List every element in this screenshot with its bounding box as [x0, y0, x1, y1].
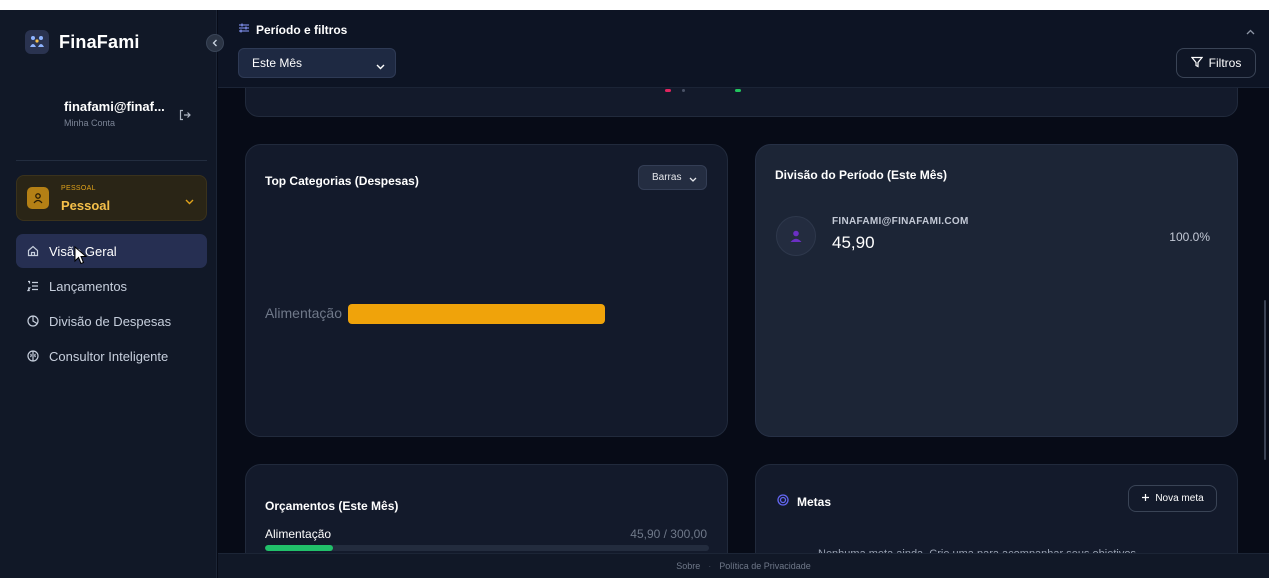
sliders-icon: [238, 22, 250, 37]
sidebar: FinaFami finafami@finaf... Minha Conta P…: [0, 10, 217, 578]
list-icon: [27, 280, 39, 292]
person-icon: [790, 230, 802, 242]
footer: Sobre · Política de Privacidade: [218, 553, 1269, 578]
user-email: finafami@finaf...: [64, 99, 165, 114]
bar-category-label: Alimentação: [265, 305, 342, 321]
user-icon: [27, 187, 49, 209]
account-name: Pessoal: [61, 198, 111, 213]
sidebar-item-lancamentos[interactable]: Lançamentos: [16, 269, 207, 303]
period-filter-bar: Período e filtros Este Mês Filtros: [218, 10, 1269, 88]
filters-button[interactable]: Filtros: [1176, 48, 1256, 78]
user-profile[interactable]: finafami@finaf... Minha Conta: [64, 99, 165, 128]
budget-progress-track: [265, 545, 709, 551]
member-name: FINAFAMI@FINAFAMI.COM: [832, 216, 969, 227]
bar-0[interactable]: [348, 304, 605, 324]
chevron-down-icon: [376, 59, 385, 73]
target-icon: [777, 494, 789, 509]
budget-row-value: 45,90 / 300,00: [630, 527, 707, 541]
brand-name: FinaFami: [59, 31, 140, 52]
filters-button-label: Filtros: [1208, 56, 1242, 70]
chevron-down-icon: [185, 192, 194, 210]
period-split-title: Divisão do Período (Este Mês): [775, 168, 948, 182]
sidebar-item-visao-geral[interactable]: Visão Geral: [16, 234, 207, 268]
app-window: FinaFami finafami@finaf... Minha Conta P…: [0, 10, 1269, 578]
sidebar-item-label: Lançamentos: [49, 278, 128, 294]
sidebar-nav: Visão Geral Lançamentos Divisão de Despe…: [16, 234, 207, 374]
family-logo-icon: [25, 30, 49, 54]
period-select[interactable]: Este Mês: [238, 48, 396, 78]
top-categories-chart: Alimentação: [265, 304, 605, 324]
filter-title: Período e filtros: [238, 22, 347, 37]
budgets-title: Orçamentos (Este Mês): [265, 499, 399, 513]
avatar: [776, 216, 816, 256]
brain-icon: [27, 350, 39, 362]
brand[interactable]: FinaFami: [25, 30, 140, 54]
top-categories-card: Top Categorias (Despesas) Barras Aliment…: [245, 144, 728, 437]
mouse-cursor-icon: [73, 245, 89, 271]
user-subtitle: Minha Conta: [64, 118, 116, 128]
sidebar-item-divisao-despesas[interactable]: Divisão de Despesas: [16, 304, 207, 338]
sidebar-item-label: Divisão de Despesas: [49, 313, 172, 329]
member-value: 45,90: [832, 233, 875, 252]
new-goal-label: Nova meta: [1155, 493, 1204, 504]
sidebar-divider: [16, 160, 207, 161]
budget-row-label: Alimentação: [265, 527, 332, 541]
plus-icon: [1141, 493, 1150, 505]
period-select-value: Este Mês: [252, 56, 303, 70]
footer-about-link[interactable]: Sobre: [676, 561, 700, 571]
account-selector[interactable]: PESSOAL Pessoal: [16, 175, 207, 221]
sidebar-item-consultor[interactable]: Consultor Inteligente: [16, 339, 207, 373]
account-kicker: PESSOAL: [61, 185, 96, 192]
footer-privacy-link[interactable]: Política de Privacidade: [719, 561, 811, 571]
goals-title: Metas: [777, 494, 831, 509]
sidebar-collapse-button[interactable]: [206, 34, 224, 52]
page-scrollbar[interactable]: [1264, 300, 1266, 460]
member-percent: 100.0%: [1169, 230, 1210, 244]
chevron-up-icon[interactable]: [1246, 22, 1255, 40]
budget-progress-fill: [265, 545, 333, 551]
filter-title-text: Período e filtros: [256, 22, 348, 37]
new-goal-button[interactable]: Nova meta: [1128, 485, 1217, 512]
period-split-card: Divisão do Período (Este Mês) FINAFAMI@F…: [755, 144, 1238, 437]
pie-icon: [27, 315, 39, 327]
home-icon: [27, 245, 39, 257]
funnel-icon: [1190, 56, 1203, 71]
logout-icon[interactable]: [179, 108, 191, 126]
footer-separator: ·: [708, 561, 712, 571]
sidebar-item-label: Consultor Inteligente: [49, 348, 169, 364]
goals-title-text: Metas: [797, 494, 832, 509]
